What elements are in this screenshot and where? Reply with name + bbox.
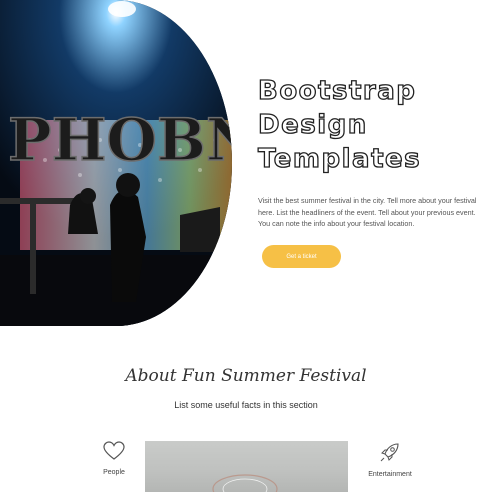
hero-title-line-2: Design xyxy=(257,109,368,140)
hero-title-line-3: Templates xyxy=(257,143,422,174)
about-title: About Fun Summer Festival xyxy=(125,366,367,386)
hero-title-line-1: Bootstrap xyxy=(257,75,417,106)
about-subtitle: List some useful facts in this section xyxy=(174,400,318,410)
about-photo xyxy=(145,441,348,492)
feature-label-entertainment: Entertainment xyxy=(368,471,412,478)
stage-sign-text: PHOBN xyxy=(8,106,232,174)
hero-title: Bootstrap Design Templates xyxy=(257,74,488,176)
hero-description: Visit the best summer festival in the ci… xyxy=(258,196,477,228)
feature-label-people: People xyxy=(103,469,125,476)
about-section: About Fun Summer Festival List some usef… xyxy=(0,326,492,492)
hero-section: PHOBN Bootstrap Design Templates Visit t… xyxy=(0,0,492,326)
rocket-icon xyxy=(350,441,430,463)
hero-concert-photo: PHOBN xyxy=(0,0,232,326)
feature-people: People xyxy=(74,441,154,476)
heart-icon xyxy=(74,441,154,461)
get-ticket-button[interactable]: Get a ticket xyxy=(262,245,341,268)
feature-entertainment: Entertainment xyxy=(350,441,430,478)
